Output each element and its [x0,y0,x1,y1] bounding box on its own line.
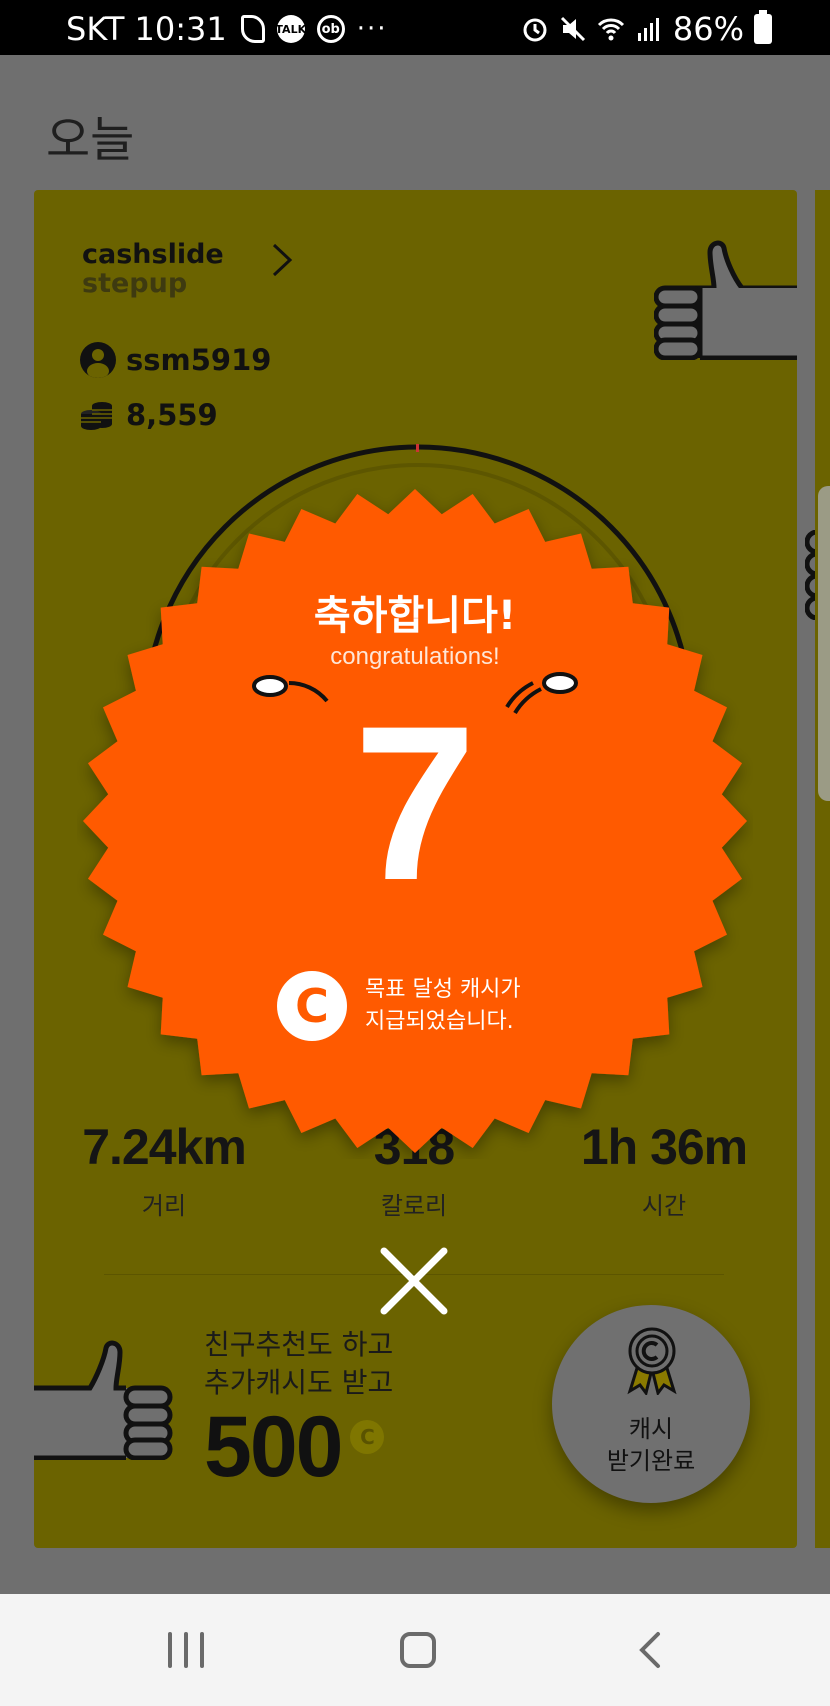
system-nav-bar [0,1594,830,1706]
distance-label: 거리 [141,1192,187,1220]
calories-label: 칼로리 [380,1192,448,1220]
reward-message: C 목표 달성 캐시가 지급되었습니다. [277,971,521,1041]
reward-line2: 지급되었습니다. [365,1009,514,1034]
leaf-icon [240,15,265,43]
username: ssm5919 [126,343,272,377]
cash-balance-row: 8,559 [80,398,218,432]
achievement-number: 7 [353,680,477,926]
chevron-right-icon[interactable] [264,242,300,278]
next-card-edge [818,486,830,801]
next-card-peek[interactable] [815,190,830,1548]
page-title: 오늘 [46,112,135,168]
cash-balance: 8,559 [126,398,218,432]
reward-line1: 목표 달성 캐시가 [365,977,521,1002]
promo-amount: 500 [204,1399,343,1495]
back-icon[interactable] [630,1630,670,1670]
battery-icon [754,10,772,44]
congrats-badge: 축하합니다! congratulations! 7 C 목표 달성 캐시가 지급… [77,483,753,1159]
mute-icon [560,16,585,42]
cash-logo-icon: C [277,971,347,1041]
talk-icon: TALK [275,15,306,43]
brand-line1: cashslide [82,239,224,270]
brand-line2: stepup [82,268,188,299]
time-label: 시간 [641,1192,687,1220]
brand-logo[interactable]: cashslide stepup [82,240,224,298]
coins-icon [81,402,112,430]
congrats-title-en: congratulations! [330,643,500,670]
thumbs-up-icon-bottom [34,1340,173,1460]
user-row: ssm5919 [80,342,271,378]
promo-line2: 추가캐시도 받고 [204,1366,394,1399]
avatar-icon [80,342,116,378]
receive-line1: 캐시 [628,1415,674,1443]
receive-cash-button[interactable]: 캐시 받기완료 [552,1305,750,1503]
carrier-time: SKT 10:31 [66,10,227,48]
recent-apps-icon[interactable] [168,1632,204,1668]
congrats-title-ko: 축하합니다! [313,593,517,639]
home-icon[interactable] [400,1632,436,1668]
medal-icon [627,1327,677,1395]
more-notifications-icon: ··· [356,14,388,44]
promo-line1: 친구추천도 하고 [204,1328,394,1361]
battery-percent: 86% [672,10,744,48]
cash-coin-icon: C [349,1420,384,1454]
referral-promo[interactable]: 친구추천도 하고 추가캐시도 받고 500 C [204,1326,393,1492]
status-bar: SKT 10:31 TALK ob ··· 86% [0,0,830,55]
wifi-icon [597,18,624,41]
thumbs-up-icon [654,240,797,360]
alarm-icon [523,18,547,42]
ob-icon: ob [316,15,345,43]
receive-line2: 받기완료 [606,1447,696,1475]
close-icon[interactable] [378,1245,450,1317]
signal-icon [637,18,659,41]
